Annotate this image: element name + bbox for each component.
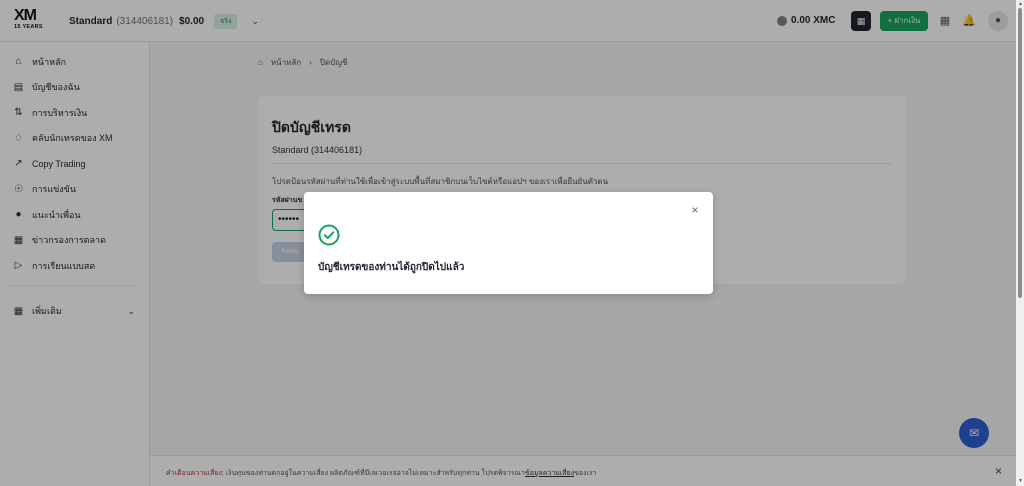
close-icon[interactable]: × (688, 203, 702, 217)
page-scrollbar[interactable]: ▲ ▼ (1016, 0, 1024, 486)
success-modal: × บัญชีเทรดของท่านได้ถูกปิดไปแล้ว (304, 192, 713, 294)
check-circle-icon (318, 224, 340, 246)
scroll-down-icon[interactable]: ▼ (1018, 478, 1023, 484)
scroll-thumb[interactable] (1018, 8, 1022, 298)
scroll-up-icon[interactable]: ▲ (1018, 1, 1023, 7)
success-message: บัญชีเทรดของท่านได้ถูกปิดไปแล้ว (318, 262, 465, 273)
